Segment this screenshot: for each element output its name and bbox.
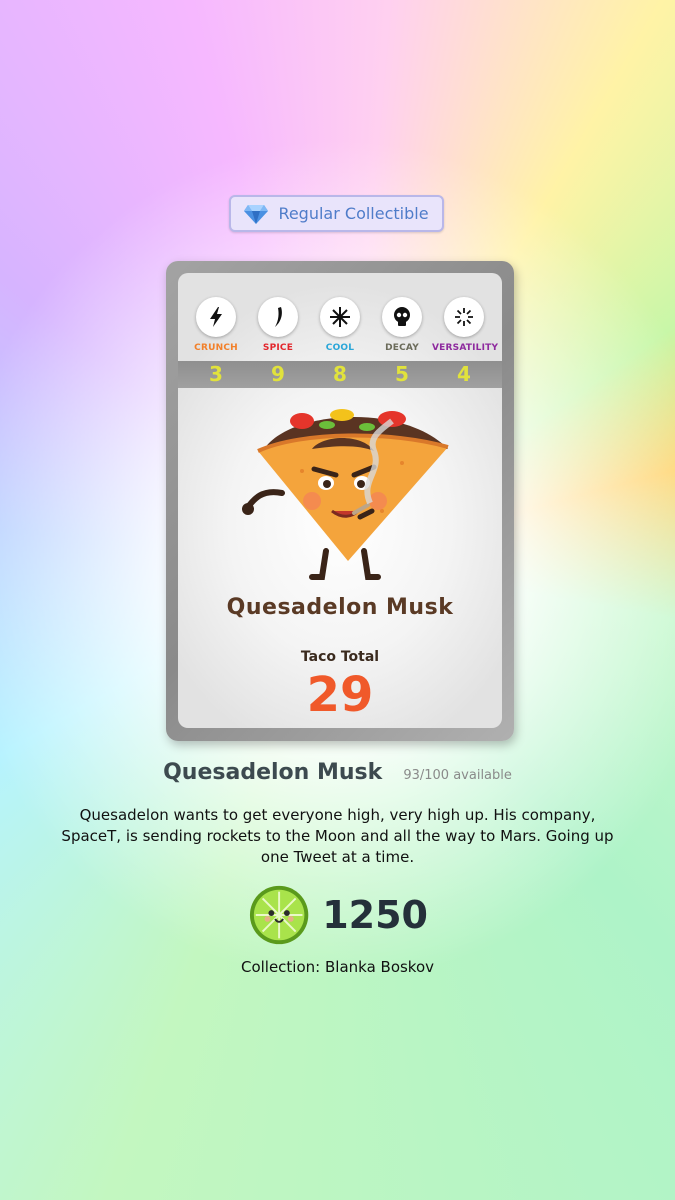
stat-value-crunch: 3 bbox=[209, 362, 223, 386]
skull-icon bbox=[394, 307, 410, 326]
stat-label: VERSATILITY bbox=[432, 343, 499, 353]
lightning-icon bbox=[210, 307, 222, 327]
stat-label: COOL bbox=[325, 343, 355, 353]
gem-icon bbox=[244, 204, 269, 224]
card-face: CRUNCH SPICE COOL DECAY VERSATILITY 3 9 … bbox=[178, 273, 502, 728]
taco-total-value: 29 bbox=[306, 667, 374, 723]
card-character-name: Quesadelon Musk bbox=[226, 595, 454, 620]
stat-label: SPICE bbox=[262, 343, 294, 353]
stat-value-decay: 5 bbox=[395, 362, 409, 386]
stat-versatility: VERSATILITY bbox=[432, 297, 499, 353]
stat-values-bar: 3 9 8 5 4 bbox=[178, 361, 502, 388]
snowflake-icon bbox=[330, 307, 350, 327]
stat-cool: COOL bbox=[308, 297, 372, 353]
stat-decay: DECAY bbox=[370, 297, 434, 353]
collection-label[interactable]: Collection: Blanka Boskov bbox=[0, 958, 675, 976]
lime-icon bbox=[249, 885, 309, 945]
chili-icon bbox=[275, 307, 282, 327]
badge-label: Regular Collectible bbox=[278, 204, 429, 223]
burst-icon bbox=[455, 308, 473, 326]
stat-spice: SPICE bbox=[246, 297, 310, 353]
stat-label: DECAY bbox=[385, 343, 419, 353]
stat-value-cool: 8 bbox=[333, 362, 347, 386]
quesadilla-character-illustration bbox=[242, 409, 449, 580]
collectible-card[interactable]: CRUNCH SPICE COOL DECAY VERSATILITY 3 9 … bbox=[166, 261, 514, 741]
price-value: 1250 bbox=[322, 893, 428, 937]
item-title: Quesadelon Musk bbox=[163, 760, 383, 785]
stat-crunch: CRUNCH bbox=[184, 297, 248, 353]
taco-total-label: Taco Total bbox=[300, 649, 380, 665]
item-description: Quesadelon wants to get everyone high, v… bbox=[61, 806, 614, 866]
stat-value-versatility: 4 bbox=[457, 362, 471, 386]
stat-value-spice: 9 bbox=[271, 362, 285, 386]
availability-count: 93/100 available bbox=[403, 768, 512, 783]
collectible-badge[interactable]: Regular Collectible bbox=[229, 195, 444, 232]
item-title-row: Quesadelon Musk 93/100 available bbox=[0, 760, 675, 785]
stat-label: CRUNCH bbox=[194, 343, 238, 353]
price-display: 1250 bbox=[248, 883, 428, 947]
